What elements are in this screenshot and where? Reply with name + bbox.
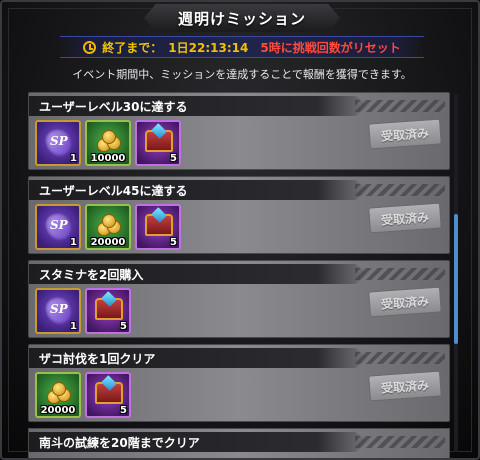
- reward-ticket[interactable]: SP 1: [35, 288, 81, 334]
- mission-item[interactable]: ユーザーレベル45に達する SP 1 20000 5 受取済み: [28, 176, 450, 254]
- title-stripe-decoration: [355, 436, 445, 448]
- clock-icon: [83, 40, 97, 54]
- scrollbar-track[interactable]: [454, 94, 458, 452]
- timer-bar: 終了まで： 1日22:13:14 5時に挑戦回数がリセット: [60, 36, 424, 58]
- reward-list: SP 1 5: [35, 288, 131, 334]
- reward-qty: 5: [170, 237, 177, 248]
- reward-qty: 1: [70, 321, 77, 332]
- mission-title-bar: スタミナを2回購入: [29, 264, 369, 284]
- reward-qty: 5: [120, 405, 127, 416]
- title-stripe-decoration: [355, 352, 445, 364]
- event-description: イベント期間中、ミッションを達成することで報酬を獲得できます。: [72, 68, 412, 81]
- reward-qty: 10000: [90, 153, 126, 164]
- reward-chest[interactable]: 5: [85, 372, 131, 418]
- reward-list: SP 1 10000 5: [35, 120, 181, 166]
- reward-coins[interactable]: 20000: [35, 372, 81, 418]
- reward-chest[interactable]: 5: [135, 204, 181, 250]
- reward-qty: 5: [170, 153, 177, 164]
- title-stripe-decoration: [355, 100, 445, 112]
- claimed-stamp: 受取済み: [368, 286, 442, 318]
- reward-qty: 1: [70, 153, 77, 164]
- mission-title: ユーザーレベル30に達する: [39, 99, 188, 114]
- timer-remaining: 1日22:13:14: [168, 40, 249, 55]
- reward-list: SP 1 20000 5: [35, 204, 181, 250]
- coin-icon: [97, 214, 123, 236]
- mission-item[interactable]: 南斗の試練を20階までクリア: [28, 428, 450, 458]
- reward-qty: 20000: [90, 237, 126, 248]
- title-stripe-decoration: [355, 268, 445, 280]
- mission-title-bar: ザコ討伐を1回クリア: [29, 348, 369, 368]
- claimed-stamp: 受取済み: [368, 118, 442, 150]
- mission-item[interactable]: ザコ討伐を1回クリア 20000 5 受取済み: [28, 344, 450, 422]
- reward-chest[interactable]: 5: [85, 288, 131, 334]
- reward-ticket[interactable]: SP 1: [35, 204, 81, 250]
- mission-item[interactable]: ユーザーレベル30に達する SP 1 10000 5 受取済み: [28, 92, 450, 170]
- mission-window: 週明けミッション 終了まで： 1日22:13:14 5時に挑戦回数がリセット イ…: [0, 0, 480, 460]
- reward-qty: 20000: [40, 405, 76, 416]
- claimed-stamp: 受取済み: [368, 370, 442, 402]
- coin-icon: [47, 382, 73, 404]
- scrollbar-thumb[interactable]: [454, 214, 458, 344]
- claimed-stamp: 受取済み: [368, 202, 442, 234]
- mission-title-bar: 南斗の試練を20階までクリア: [29, 432, 369, 452]
- reward-qty: 5: [120, 321, 127, 332]
- reward-ticket[interactable]: SP 1: [35, 120, 81, 166]
- reward-coins[interactable]: 10000: [85, 120, 131, 166]
- mission-title: スタミナを2回購入: [39, 267, 144, 282]
- reward-list: 20000 5: [35, 372, 131, 418]
- mission-list[interactable]: ユーザーレベル30に達する SP 1 10000 5 受取済み ユーザーレベル4…: [28, 90, 450, 458]
- mission-title-bar: ユーザーレベル45に達する: [29, 180, 369, 200]
- title-banner: 週明けミッション: [144, 4, 340, 32]
- mission-title-bar: ユーザーレベル30に達する: [29, 96, 369, 116]
- mission-title: 南斗の試練を20階までクリア: [39, 435, 200, 450]
- reward-qty: 1: [70, 237, 77, 248]
- title-stripe-decoration: [355, 184, 445, 196]
- window-title: 週明けミッション: [177, 9, 306, 28]
- reward-coins[interactable]: 20000: [85, 204, 131, 250]
- mission-item[interactable]: スタミナを2回購入 SP 1 5 受取済み: [28, 260, 450, 338]
- mission-title: ザコ討伐を1回クリア: [39, 351, 156, 366]
- coin-icon: [97, 130, 123, 152]
- reset-notice: 5時に挑戦回数がリセット: [260, 40, 401, 55]
- timer-label: 終了まで：: [102, 40, 163, 55]
- reward-chest[interactable]: 5: [135, 120, 181, 166]
- mission-title: ユーザーレベル45に達する: [39, 183, 188, 198]
